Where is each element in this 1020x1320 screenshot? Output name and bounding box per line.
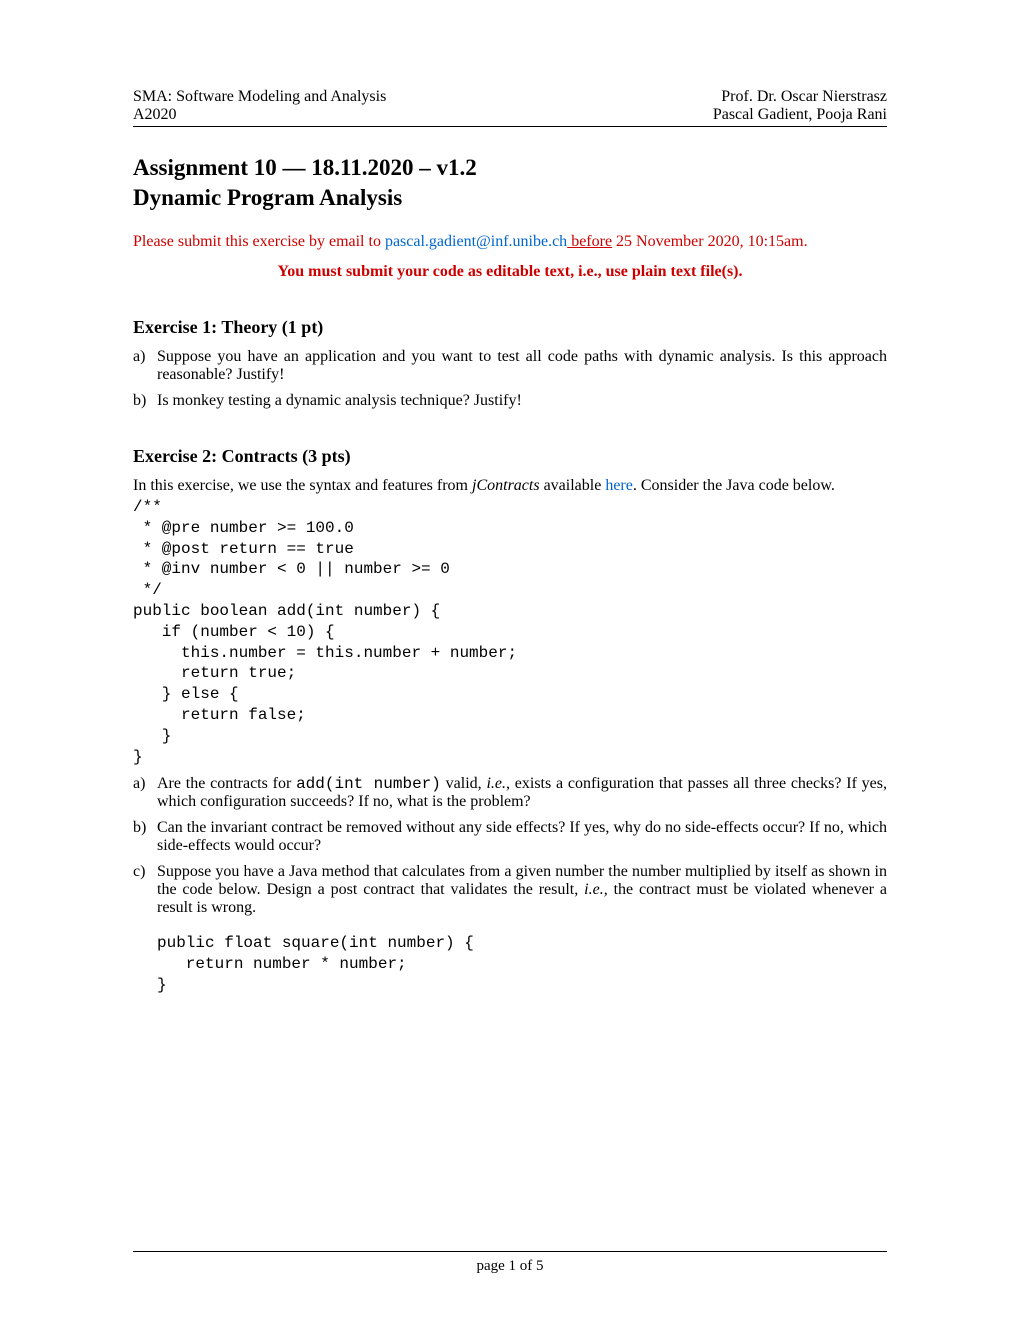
exercise2-item-a: a) Are the contracts for add(int number)… [133,775,887,811]
list-label-a: a) [133,348,157,384]
a-code: add(int number) [296,775,441,793]
code-block-2: public float square(int number) { return… [157,933,887,995]
submission-suffix: 25 November 2020, 10:15am. [612,233,808,250]
intro-part3: . Consider the Java code below. [633,477,835,494]
page-footer: page 1 of 5 [133,1251,887,1275]
list-label-a2: a) [133,775,157,811]
exercise2-b-text: Can the invariant contract be removed wi… [157,819,887,855]
submission-prefix: Please submit this exercise by email to [133,233,385,250]
a-part2: valid, [441,775,487,792]
submission-email-link[interactable]: pascal.gadient@inf.unibe.ch [385,233,567,250]
list-label-b: b) [133,392,157,410]
submission-before: before [567,233,612,250]
exercise1-b-text: Is monkey testing a dynamic analysis tec… [157,392,887,410]
exercise2-a-content: Are the contracts for add(int number) va… [157,775,887,811]
exercise2-c-content: Suppose you have a Java method that calc… [157,863,887,917]
assistant-names: Pascal Gadient, Pooja Rani [713,106,887,124]
code-block-1: /** * @pre number >= 100.0 * @post retur… [133,497,887,767]
intro-part2: available [540,477,606,494]
exercise2-item-c: c) Suppose you have a Java method that c… [133,863,887,917]
a-part1: Are the contracts for [157,775,296,792]
page-number: page 1 of 5 [476,1258,543,1274]
list-label-b2: b) [133,819,157,855]
title-section: Assignment 10 — 18.11.2020 – v1.2 Dynami… [133,155,887,211]
course-title: SMA: Software Modeling and Analysis [133,88,386,106]
course-term: A2020 [133,106,386,124]
assignment-subtitle: Dynamic Program Analysis [133,185,887,211]
exercise1-item-a: a) Suppose you have an application and y… [133,348,887,384]
header-right: Prof. Dr. Oscar Nierstrasz Pascal Gadien… [713,88,887,124]
header-left: SMA: Software Modeling and Analysis A202… [133,88,386,124]
exercise2-intro: In this exercise, we use the syntax and … [133,477,887,495]
page-header: SMA: Software Modeling and Analysis A202… [133,88,887,127]
a-italic: i.e., [486,775,510,792]
intro-italic: jContracts [472,477,540,494]
exercise1-header: Exercise 1: Theory (1 pt) [133,317,887,338]
exercise1-item-b: b) Is monkey testing a dynamic analysis … [133,392,887,410]
intro-part1: In this exercise, we use the syntax and … [133,477,472,494]
exercise2-header: Exercise 2: Contracts (3 pts) [133,446,887,467]
submission-notice: Please submit this exercise by email to … [133,233,887,251]
submission-bold-notice: You must submit your code as editable te… [133,263,887,281]
list-label-c: c) [133,863,157,917]
exercise1-a-text: Suppose you have an application and you … [157,348,887,384]
professor-name: Prof. Dr. Oscar Nierstrasz [713,88,887,106]
intro-link[interactable]: here [605,477,633,494]
c-italic: i.e., [584,881,608,898]
assignment-title: Assignment 10 — 18.11.2020 – v1.2 [133,155,887,181]
exercise2-item-b: b) Can the invariant contract be removed… [133,819,887,855]
